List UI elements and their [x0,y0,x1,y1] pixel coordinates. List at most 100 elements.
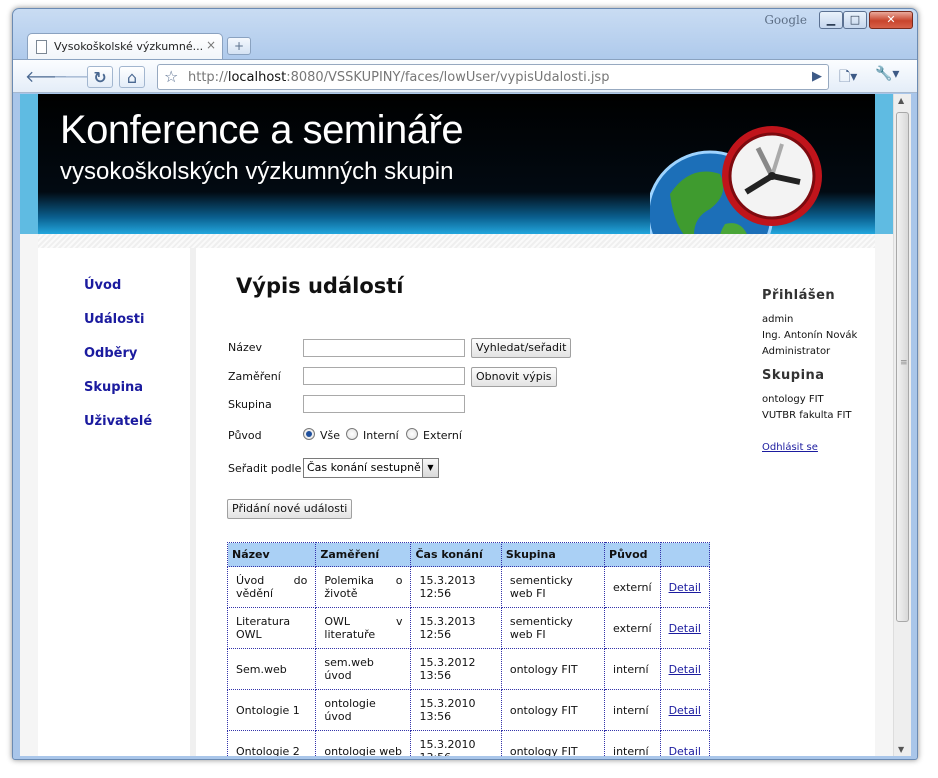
cell-name: Sem.web [226,648,317,690]
cell-group: ontology FIT [500,689,606,731]
column-header-focus: Zaměření [315,542,412,567]
column-header-origin: Původ [604,542,661,567]
grip-icon: ≡ [900,358,908,368]
header-inner: Konference a semináře vysokoškolských vý… [38,94,875,234]
bookmark-star-icon[interactable]: ☆ [164,67,178,86]
detail-link[interactable]: Detail [669,663,701,676]
cell-name: Ontologie 2 [226,730,317,756]
cell-origin: externí [604,607,661,649]
url-text: http://localhost:8080/VSSKUPINY/faces/lo… [188,70,609,85]
main-content: Výpis událostí Název Vyhledat/seřadit Za… [190,248,722,756]
cell-origin: interní [604,730,661,756]
tab-title: Vysokoškolské výzkumné... [54,40,202,53]
browser-toolbar: 🡐 🡒 ↻ ⌂ ☆ http://localhost:8080/VSSKUPIN… [13,59,917,93]
focus-label: Zaměření [228,370,281,383]
full-name-text: Ing. Antonín Novák [762,330,858,341]
globe-clock-icon [650,126,822,234]
table-header-row: Název Zaměření Čas konání Skupina Původ [226,542,711,567]
column-header-action [659,542,711,567]
page-icon [36,40,47,54]
new-tab-button[interactable]: + [227,37,251,55]
decor-stripe [38,234,875,248]
detail-link[interactable]: Detail [669,745,701,757]
cell-group: ontology FIT [500,648,606,690]
radio-external-label: Externí [423,429,462,442]
cell-time: 15.3.2010 13:56 [410,730,502,756]
cell-name: Literatura OWL [226,607,317,649]
home-button[interactable]: ⌂ [119,66,145,88]
nav-link-odbery[interactable]: Odběry [84,346,137,361]
radio-external[interactable] [406,428,418,440]
url-path: :8080/VSSKUPINY/faces/lowUser/vypisUdalo… [286,70,610,85]
nav-link-uzivatele[interactable]: Uživatelé [84,414,152,429]
search-sort-button[interactable]: Vyhledat/seřadit [471,338,572,358]
close-window-button[interactable]: ✕ [869,11,913,29]
url-host: localhost [227,70,287,85]
cell-time: 15.3.2012 13:56 [410,648,502,690]
role-text: Administrator [762,346,831,357]
column-header-time: Čas konání [410,542,502,567]
add-event-button[interactable]: Přidání nové události [227,499,353,519]
minimize-button[interactable]: ▁ [819,11,843,29]
maximize-button[interactable]: □ [843,11,867,29]
vertical-scrollbar[interactable]: ▲ ≡ ▼ [893,94,911,756]
site-subtitle: vysokoškolských výzkumných skupin [60,158,454,185]
nav-link-udalosti[interactable]: Události [84,312,144,327]
page-viewport: Konference a semináře vysokoškolských vý… [20,94,893,756]
browser-tab[interactable]: Vysokoškolské výzkumné... × [27,33,223,59]
go-icon[interactable]: ▶ [812,69,822,84]
name-input[interactable] [303,339,465,357]
cell-origin: externí [604,566,661,608]
cell-origin: interní [604,689,661,731]
name-label: Název [228,341,263,354]
group-faculty-text: VUTBR fakulta FIT [762,410,852,421]
group-heading: Skupina [762,368,825,383]
cell-time: 15.3.2013 12:56 [410,566,502,608]
back-button[interactable]: 🡐 [25,66,68,88]
group-input[interactable] [303,395,465,413]
detail-link[interactable]: Detail [669,622,701,635]
wrench-menu-button[interactable]: 🔧▾ [875,66,905,88]
chevron-down-icon[interactable]: ▼ [422,459,438,477]
right-sidebar: Přihlášen admin Ing. Antonín Novák Admin… [722,248,875,756]
site-title: Konference a semináře [60,108,464,152]
nav-link-skupina[interactable]: Skupina [84,380,143,395]
cell-group: sementicky web FI [500,607,606,649]
sort-select[interactable]: Čas konání sestupně ▼ [303,458,439,478]
sort-label: Seřadit podle [228,462,302,475]
refresh-button[interactable]: Obnovit výpis [471,367,557,387]
reload-button[interactable]: ↻ [87,66,113,88]
column-header-name: Název [226,542,317,567]
scroll-thumb[interactable]: ≡ [896,112,909,622]
table-row: Sem.web sem.web úvod 15.3.2012 13:56 ont… [226,648,711,690]
left-navigation: Úvod Události Odběry Skupina Uživatelé [38,248,190,756]
table-row: Úvod do vědění Polemika o životě 15.3.20… [226,566,711,608]
table-row: Ontologie 1 ontologie úvod 15.3.2010 13:… [226,689,711,731]
scroll-down-icon[interactable]: ▼ [898,745,904,754]
cell-focus: ontologie úvod [315,689,412,731]
logout-link[interactable]: Odhlásit se [762,442,818,453]
page-title: Výpis událostí [236,274,404,298]
radio-internal[interactable] [346,428,358,440]
radio-all[interactable] [303,428,315,440]
cell-focus: Polemika o životě [315,566,412,608]
address-bar[interactable]: ☆ http://localhost:8080/VSSKUPINY/faces/… [157,64,829,90]
detail-link[interactable]: Detail [669,581,701,594]
cell-name: Ontologie 1 [226,689,317,731]
radio-internal-label: Interní [363,429,399,442]
url-prefix: http:// [188,70,228,85]
cell-focus: sem.web úvod [315,648,412,690]
focus-input[interactable] [303,367,465,385]
forward-button[interactable]: 🡒 [53,66,96,88]
detail-link[interactable]: Detail [669,704,701,717]
scroll-up-icon[interactable]: ▲ [898,96,904,105]
header-banner: Konference a semináře vysokoškolských vý… [20,94,893,234]
google-label: Google [764,13,807,27]
username-text: admin [762,314,794,325]
table-row: Ontologie 2 ontologie web 15.3.2010 13:5… [226,730,711,757]
tab-close-icon[interactable]: × [206,38,216,52]
column-header-group: Skupina [500,542,606,567]
nav-link-uvod[interactable]: Úvod [84,278,121,293]
page-menu-button[interactable]: 🗋▾ [839,66,869,88]
cell-time: 15.3.2013 12:56 [410,607,502,649]
